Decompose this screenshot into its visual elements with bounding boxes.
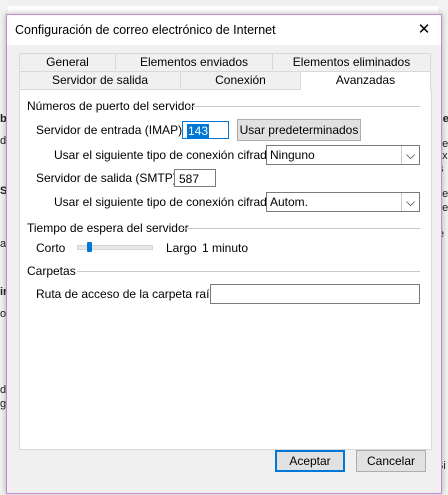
folders-group-title: Carpetas xyxy=(27,264,76,278)
incoming-encryption-label: Usar el siguiente tipo de conexión cifra… xyxy=(54,148,277,162)
timeout-slider-thumb[interactable] xyxy=(86,242,92,252)
timeout-group-title: Tiempo de espera del servidor xyxy=(27,221,189,235)
tab-label: General xyxy=(46,55,89,69)
outgoing-server-label: Servidor de salida (SMTP): xyxy=(36,171,181,185)
tab-row-back: General Elementos enviados Elementos eli… xyxy=(19,53,431,70)
internet-email-settings-dialog: Configuración de correo electrónico de I… xyxy=(6,14,442,494)
outgoing-encryption-value: Autom. xyxy=(270,195,309,209)
group-divider xyxy=(180,228,420,229)
outgoing-port-input[interactable]: 587 xyxy=(174,169,216,187)
outgoing-port-value: 587 xyxy=(179,172,200,186)
dialog-title: Configuración de correo electrónico de I… xyxy=(15,23,276,37)
tab-sent-items[interactable]: Elementos enviados xyxy=(115,53,273,70)
use-defaults-button[interactable]: Usar predeterminados xyxy=(237,119,361,141)
incoming-server-label: Servidor de entrada (IMAP): xyxy=(36,123,186,137)
tab-label: Elementos eliminados xyxy=(292,55,411,69)
root-folder-path-label: Ruta de acceso de la carpeta raíz: xyxy=(36,287,219,301)
tab-general[interactable]: General xyxy=(19,53,116,70)
tab-label: Avanzadas xyxy=(335,73,396,87)
outgoing-encryption-label: Usar el siguiente tipo de conexión cifra… xyxy=(54,195,277,209)
group-divider xyxy=(77,271,420,272)
advanced-tab-panel: Números de puerto del servidor Servidor … xyxy=(19,89,432,450)
tab-label: Conexión xyxy=(215,73,266,87)
chevron-down-icon: ⌵ xyxy=(401,193,419,211)
incoming-encryption-value: Ninguno xyxy=(270,148,315,162)
tab-label: Elementos enviados xyxy=(139,55,249,69)
title-bar: Configuración de correo electrónico de I… xyxy=(7,15,441,45)
tab-deleted-items[interactable]: Elementos eliminados xyxy=(272,53,431,70)
tab-advanced[interactable]: Avanzadas xyxy=(300,71,431,90)
tab-outgoing-server[interactable]: Servidor de salida xyxy=(19,71,181,88)
timeout-value: 1 minuto xyxy=(202,241,249,255)
group-divider xyxy=(188,106,420,107)
tab-label: Servidor de salida xyxy=(51,73,149,87)
ok-button[interactable]: Aceptar xyxy=(275,450,345,472)
timeout-long-label: Largo xyxy=(166,241,197,255)
tab-row-front: Servidor de salida Conexión Avanzadas xyxy=(19,71,431,90)
root-folder-path-input[interactable] xyxy=(210,284,420,304)
outgoing-encryption-select[interactable]: Autom. ⌵ xyxy=(266,192,420,212)
timeout-short-label: Corto xyxy=(36,241,66,255)
chevron-down-icon: ⌵ xyxy=(401,146,419,164)
incoming-port-value: 143 xyxy=(187,124,210,138)
background-window xyxy=(0,0,448,6)
cancel-button[interactable]: Cancelar xyxy=(356,450,426,472)
tab-connection[interactable]: Conexión xyxy=(180,71,301,88)
ports-group-title: Números de puerto del servidor xyxy=(27,99,196,113)
close-icon[interactable]: ✕ xyxy=(407,15,441,45)
incoming-port-input[interactable]: 143 xyxy=(182,121,229,139)
incoming-encryption-select[interactable]: Ninguno ⌵ xyxy=(266,145,420,165)
